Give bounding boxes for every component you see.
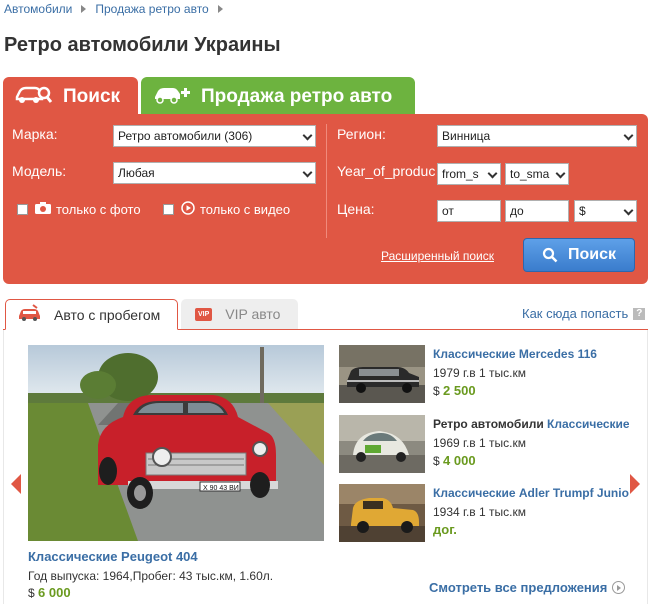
title-link[interactable]: Классические Adler Trumpf Junio xyxy=(433,486,629,500)
featured-car-title[interactable]: Классические Peugeot 404 xyxy=(28,549,198,564)
model-label: Модель: xyxy=(12,163,67,179)
carousel-prev-arrow[interactable] xyxy=(11,474,21,494)
tab-search[interactable]: Поиск xyxy=(3,77,138,117)
region-label: Регион: xyxy=(337,126,386,142)
price-value: 4 000 xyxy=(443,453,476,468)
price-from-input[interactable]: от xyxy=(437,200,501,222)
tab-used-cars-label: Авто с пробегом xyxy=(54,306,161,323)
model-select-value: Любая xyxy=(118,166,155,180)
photo-only-checkbox[interactable]: только с фото xyxy=(17,201,141,217)
camera-icon xyxy=(35,201,51,217)
price-label: Цена: xyxy=(337,201,375,217)
title-prefix: Ретро автомобили xyxy=(433,417,548,431)
tab-sell[interactable]: Продажа ретро авто xyxy=(141,77,415,117)
car-thumbnail[interactable] xyxy=(339,345,425,403)
car-title[interactable]: Классические Adler Trumpf Junio xyxy=(433,486,629,500)
brand-label: Марка: xyxy=(12,126,58,142)
price-from-placeholder: от xyxy=(442,204,454,218)
tab-vip-label: VIP авто xyxy=(225,306,281,322)
chevron-down-icon xyxy=(623,205,634,216)
price-value: 2 500 xyxy=(443,383,476,398)
brand-select[interactable]: Ретро автомобили (306) xyxy=(113,125,316,147)
car-thumbnail[interactable] xyxy=(339,484,425,542)
price-to-input[interactable]: до xyxy=(505,200,569,222)
how-to-get-here-link[interactable]: Как сюда попасть ? xyxy=(522,306,646,321)
car-price: $ 4 000 xyxy=(433,453,476,468)
chevron-down-icon xyxy=(623,130,634,141)
chevron-right-icon xyxy=(81,5,87,13)
car-title[interactable]: Классические Mercedes 116 xyxy=(433,347,629,361)
breadcrumb-retro-sale[interactable]: Продажа ретро авто xyxy=(95,2,208,16)
vip-badge: VIP xyxy=(195,307,213,321)
car-price: $ 2 500 xyxy=(433,383,476,398)
title-link[interactable]: Классические xyxy=(547,417,629,431)
year-from-select[interactable]: from_s xyxy=(437,163,501,185)
price-to-placeholder: до xyxy=(510,204,524,218)
price-value: 6 000 xyxy=(38,585,71,600)
breadcrumb-cars[interactable]: Автомобили xyxy=(4,2,72,16)
region-select[interactable]: Винница xyxy=(437,125,637,147)
search-button-label: Поиск xyxy=(567,246,616,263)
car-year-mileage: 1979 г.в 1 тыс.км xyxy=(433,366,526,380)
car-thumbnail[interactable] xyxy=(339,415,425,473)
price-value: дог. xyxy=(433,522,457,537)
carousel-next-arrow[interactable] xyxy=(630,474,640,494)
currency-sign: $ xyxy=(433,384,440,398)
list-item[interactable]: Ретро автомобили Классические 1969 г.в 1… xyxy=(339,415,629,473)
list-item[interactable]: Классические Mercedes 116 1979 г.в 1 тыс… xyxy=(339,345,629,403)
see-all-label: Смотреть все предложения xyxy=(429,580,608,595)
how-to-get-here-label: Как сюда попасть xyxy=(522,306,629,321)
see-all-offers-link[interactable]: Смотреть все предложения xyxy=(429,580,626,595)
search-button[interactable]: Поиск xyxy=(523,238,635,272)
car-year-mileage: 1969 г.в 1 тыс.км xyxy=(433,436,526,450)
currency-sign: $ xyxy=(433,454,440,468)
checkbox-box xyxy=(163,204,174,215)
car-title[interactable]: Ретро автомобили Классические xyxy=(433,417,629,431)
car-add-icon xyxy=(153,83,191,111)
license-plate: Х 90 43 ВИ xyxy=(203,485,239,492)
tab-sell-label: Продажа ретро авто xyxy=(201,86,393,107)
tab-vip[interactable]: VIP VIP авто xyxy=(181,299,298,329)
tab-search-label: Поиск xyxy=(63,86,121,107)
featured-car-price: $ 6 000 xyxy=(28,585,71,600)
video-only-checkbox[interactable]: только с видео xyxy=(163,201,290,218)
car-search-icon xyxy=(15,83,53,111)
model-select[interactable]: Любая xyxy=(113,162,316,184)
chevron-down-icon xyxy=(302,167,313,178)
chevron-right-icon xyxy=(217,5,223,13)
panel-divider xyxy=(326,124,327,238)
chevron-down-icon xyxy=(487,168,498,179)
search-icon xyxy=(542,247,558,263)
car-icon xyxy=(18,304,42,325)
year-to-select[interactable]: to_sma xyxy=(505,163,569,185)
currency-value: $ xyxy=(579,204,586,218)
circle-arrow-icon xyxy=(612,581,626,594)
region-select-value: Винница xyxy=(442,129,491,143)
help-icon: ? xyxy=(633,307,646,320)
brand-select-value: Ретро автомобили (306) xyxy=(118,129,253,143)
year-to-value: to_sma xyxy=(510,167,550,181)
list-item[interactable]: Классические Adler Trumpf Junio 1934 г.в… xyxy=(339,484,629,542)
tab-used-cars[interactable]: Авто с пробегом xyxy=(5,299,178,330)
currency-sign: $ xyxy=(28,586,35,600)
featured-car-photo[interactable]: Х 90 43 ВИ xyxy=(28,345,324,541)
year-label: Year_of_produc xyxy=(337,163,436,179)
play-icon xyxy=(181,201,195,218)
video-only-label: только с видео xyxy=(200,202,291,217)
advanced-search-link[interactable]: Расширенный поиск xyxy=(381,249,494,263)
photo-only-label: только с фото xyxy=(56,201,141,217)
car-price: дог. xyxy=(433,522,457,537)
car-year-mileage: 1934 г.в 1 тыс.км xyxy=(433,505,526,519)
year-from-value: from_s xyxy=(442,167,479,181)
title-link[interactable]: Классические Mercedes 116 xyxy=(433,347,597,361)
chevron-down-icon xyxy=(302,130,313,141)
currency-select[interactable]: $ xyxy=(574,200,637,222)
chevron-down-icon xyxy=(555,168,566,179)
breadcrumb: Автомобили Продажа ретро авто xyxy=(4,2,232,16)
page-title: Ретро автомобили Украины xyxy=(4,34,281,56)
featured-car-description: Год выпуска: 1964,Пробег: 43 тыс.км, 1.6… xyxy=(28,569,274,583)
checkbox-box xyxy=(17,203,28,215)
